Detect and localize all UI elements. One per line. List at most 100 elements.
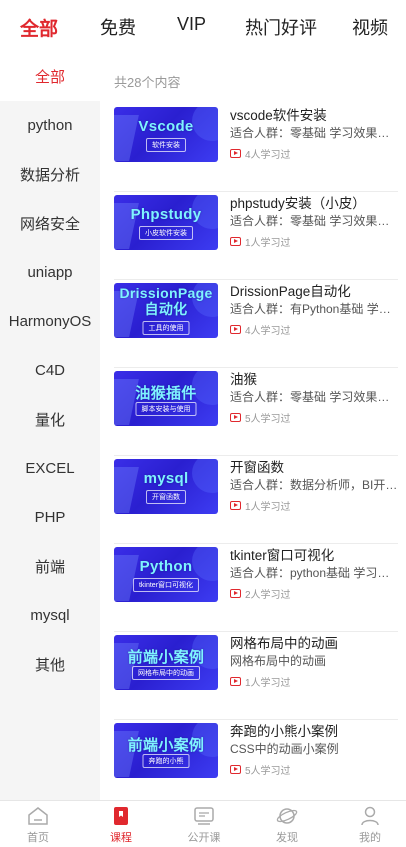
sidebar-item-excel[interactable]: EXCEL bbox=[0, 444, 100, 493]
learner-count-text: 4人学习过 bbox=[245, 326, 291, 337]
learner-count: 2人学习过 bbox=[230, 586, 291, 601]
home-icon bbox=[28, 807, 48, 825]
thumbnail-subtitle: 奔跑的小熊 bbox=[142, 754, 190, 768]
sidebar-item-uniapp[interactable]: uniapp bbox=[0, 248, 100, 297]
learner-count: 4人学习过 bbox=[230, 146, 291, 161]
course-description: 适合人群：零基础 学习效果：学会vscode软件安装 bbox=[230, 126, 398, 140]
course-thumbnail: DrissionPage自动化 工具的使用 bbox=[114, 283, 218, 338]
content-count: 共28个内容 bbox=[114, 75, 181, 90]
nav-open-class[interactable]: 公开课 bbox=[174, 805, 234, 847]
learner-count-text: 5人学习过 bbox=[245, 766, 291, 777]
course-card[interactable]: 前端小案例 奔跑的小熊 奔跑的小熊小案例 CSS中的动画小案例 5人学习过 bbox=[114, 720, 398, 808]
sidebar-item-php[interactable]: PHP bbox=[0, 493, 100, 542]
play-icon bbox=[230, 149, 241, 158]
course-title: 开窗函数 bbox=[230, 460, 284, 475]
bookmark-icon bbox=[114, 807, 128, 825]
thumbnail-title: 前端小案例 bbox=[127, 649, 205, 666]
course-thumbnail: 前端小案例 奔跑的小熊 bbox=[114, 723, 218, 778]
play-icon bbox=[230, 677, 241, 686]
sidebar-item-frontend[interactable]: 前端 bbox=[0, 542, 100, 591]
course-card[interactable]: 油猴插件 脚本安装与使用 油猴 适合人群：零基础 学习效果：可以使用油猴脚本 5… bbox=[114, 368, 398, 456]
thumbnail-subtitle: 脚本安装与使用 bbox=[135, 402, 197, 416]
sidebar-item-c4d[interactable]: C4D bbox=[0, 346, 100, 395]
course-thumbnail: Phpstudy 小皮软件安装 bbox=[114, 195, 218, 250]
course-title: DrissionPage自动化 bbox=[230, 284, 351, 299]
nav-home[interactable]: 首页 bbox=[8, 805, 68, 847]
nav-label: 课程 bbox=[110, 832, 132, 844]
nav-courses[interactable]: 课程 bbox=[91, 805, 151, 847]
learner-count: 5人学习过 bbox=[230, 410, 291, 425]
course-description: CSS中的动画小案例 bbox=[230, 742, 339, 756]
category-sidebar: 全部 python 数据分析 网络安全 uniapp HarmonyOS C4D… bbox=[0, 52, 100, 800]
course-thumbnail: 油猴插件 脚本安装与使用 bbox=[114, 371, 218, 426]
nav-discover[interactable]: 发现 bbox=[257, 805, 317, 847]
nav-label: 发现 bbox=[276, 832, 298, 844]
sidebar-item-harmonyos[interactable]: HarmonyOS bbox=[0, 297, 100, 346]
course-thumbnail: Vscode 软件安装 bbox=[114, 107, 218, 162]
play-icon bbox=[230, 413, 241, 422]
learner-count: 4人学习过 bbox=[230, 322, 291, 337]
sidebar-item-network-security[interactable]: 网络安全 bbox=[0, 199, 100, 248]
course-title: 网格布局中的动画 bbox=[230, 636, 338, 651]
thumbnail-title: 油猴插件 bbox=[135, 385, 197, 402]
learner-count: 5人学习过 bbox=[230, 762, 291, 777]
learner-count: 1人学习过 bbox=[230, 674, 291, 689]
sidebar-item-all[interactable]: 全部 bbox=[0, 52, 100, 101]
learner-count: 1人学习过 bbox=[230, 498, 291, 513]
thumbnail-subtitle: 开窗函数 bbox=[146, 490, 186, 504]
sidebar-item-python[interactable]: python bbox=[0, 101, 100, 150]
course-card[interactable]: Phpstudy 小皮软件安装 phpstudy安装（小皮） 适合人群：零基础 … bbox=[114, 192, 398, 280]
course-description: 适合人群：零基础 学习效果：可以使用油猴脚本 bbox=[230, 390, 398, 404]
course-card[interactable]: Python tkinter窗口可视化 tkinter窗口可视化 适合人群：py… bbox=[114, 544, 398, 632]
thumbnail-subtitle: 小皮软件安装 bbox=[139, 226, 193, 240]
course-description: 适合人群：零基础 学习效果：学会phpstudy安装 bbox=[230, 214, 398, 228]
course-description: 适合人群：python基础 学习效果：学会窗口可视化 bbox=[230, 566, 398, 580]
thumbnail-title: mysql bbox=[143, 470, 189, 487]
thumbnail-title: 前端小案例 bbox=[127, 737, 205, 754]
course-description: 适合人群：有Python基础 学习效果：学会自动化 bbox=[230, 302, 398, 316]
tab-vip[interactable]: VIP bbox=[177, 14, 206, 35]
nav-label: 首页 bbox=[27, 832, 49, 844]
course-thumbnail: Python tkinter窗口可视化 bbox=[114, 547, 218, 602]
sidebar-item-other[interactable]: 其他 bbox=[0, 640, 100, 689]
course-thumbnail: 前端小案例 网格布局中的动画 bbox=[114, 635, 218, 690]
course-title: 奔跑的小熊小案例 bbox=[230, 724, 338, 739]
play-icon bbox=[230, 501, 241, 510]
sidebar-item-quant[interactable]: 量化 bbox=[0, 395, 100, 444]
nav-label: 我的 bbox=[359, 832, 381, 844]
screen-icon bbox=[194, 807, 214, 825]
sidebar-item-mysql[interactable]: mysql bbox=[0, 591, 100, 640]
thumbnail-title: DrissionPage自动化 bbox=[119, 285, 213, 317]
sidebar-item-data-analysis[interactable]: 数据分析 bbox=[0, 150, 100, 199]
course-card[interactable]: Vscode 软件安装 vscode软件安装 适合人群：零基础 学习效果：学会v… bbox=[114, 104, 398, 192]
tab-free[interactable]: 免费 bbox=[100, 14, 136, 40]
nav-label: 公开课 bbox=[187, 832, 221, 844]
tab-top-rated[interactable]: 热门好评 bbox=[245, 14, 317, 40]
thumbnail-subtitle: 工具的使用 bbox=[142, 321, 190, 335]
thumbnail-subtitle: 软件安装 bbox=[146, 138, 186, 152]
course-title: tkinter窗口可视化 bbox=[230, 548, 335, 563]
course-list: 共28个内容 Vscode 软件安装 vscode软件安装 适合人群：零基础 学… bbox=[100, 52, 406, 800]
tab-video[interactable]: 视频 bbox=[352, 14, 388, 40]
learner-count-text: 2人学习过 bbox=[245, 590, 291, 601]
learner-count-text: 4人学习过 bbox=[245, 150, 291, 161]
learner-count-text: 1人学习过 bbox=[245, 502, 291, 513]
learner-count-text: 1人学习过 bbox=[245, 238, 291, 249]
thumbnail-title: Python bbox=[139, 558, 193, 575]
play-icon bbox=[230, 237, 241, 246]
course-card[interactable]: mysql 开窗函数 开窗函数 适合人群：数据分析师，BI开发人员 1人学习过 bbox=[114, 456, 398, 544]
nav-mine[interactable]: 我的 bbox=[340, 805, 400, 847]
play-icon bbox=[230, 589, 241, 598]
play-icon bbox=[230, 325, 241, 334]
learner-count: 1人学习过 bbox=[230, 234, 291, 249]
tab-all[interactable]: 全部 bbox=[20, 14, 58, 41]
course-card[interactable]: DrissionPage自动化 工具的使用 DrissionPage自动化 适合… bbox=[114, 280, 398, 368]
thumbnail-subtitle: tkinter窗口可视化 bbox=[132, 578, 200, 592]
course-card[interactable]: 前端小案例 网格布局中的动画 网格布局中的动画 网格布局中的动画 1人学习过 bbox=[114, 632, 398, 720]
course-title: vscode软件安装 bbox=[230, 108, 327, 123]
course-thumbnail: mysql 开窗函数 bbox=[114, 459, 218, 514]
thumbnail-subtitle: 网格布局中的动画 bbox=[132, 666, 200, 680]
course-title: phpstudy安装（小皮） bbox=[230, 196, 366, 211]
thumbnail-title: Phpstudy bbox=[130, 206, 202, 223]
bottom-nav: 首页 课程 公开课 发现 我的 bbox=[0, 800, 406, 847]
